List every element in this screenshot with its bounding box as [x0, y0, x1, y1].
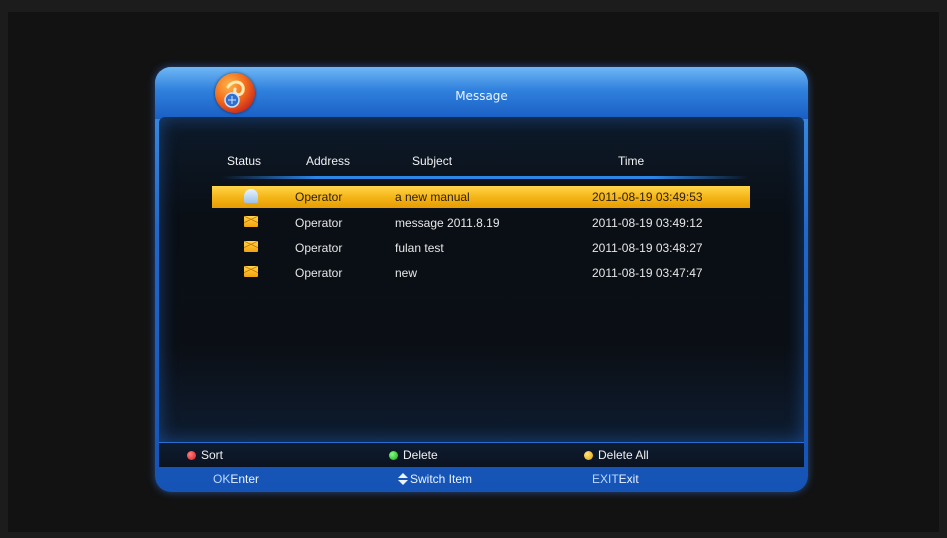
unread-message-icon [244, 241, 258, 252]
header-divider [222, 176, 748, 179]
title-bar: Message [155, 67, 808, 119]
read-message-icon [244, 189, 258, 203]
switch-item-hint[interactable]: Switch Item [398, 472, 472, 486]
message-address: Operator [295, 241, 343, 255]
sort-key[interactable]: Sort [187, 448, 223, 462]
footer-hints: OKEnter Switch Item EXITExit [155, 467, 808, 492]
message-time: 2011-08-19 03:49:53 [592, 190, 703, 204]
window-title: Message [455, 89, 508, 103]
column-header-status: Status [227, 154, 262, 168]
up-down-arrow-icon [398, 473, 408, 485]
green-dot-icon [389, 451, 398, 460]
color-key-bar: Sort Delete Delete All [159, 442, 804, 467]
message-subject: message 2011.8.19 [395, 216, 500, 230]
message-subject: fulan test [395, 241, 444, 255]
delete-key[interactable]: Delete [389, 448, 438, 462]
unread-message-icon [244, 266, 258, 277]
message-address: Operator [295, 216, 343, 230]
yellow-dot-icon [584, 451, 593, 460]
column-header-time: Time [618, 154, 645, 168]
message-time: 2011-08-19 03:49:12 [592, 216, 703, 230]
message-address: Operator [295, 190, 343, 204]
message-row[interactable]: Operator new 2011-08-19 03:47:47 [212, 262, 750, 284]
red-dot-icon [187, 451, 196, 460]
message-row[interactable]: Operator a new manual 2011-08-19 03:49:5… [212, 186, 750, 208]
unread-message-icon [244, 216, 258, 227]
message-row[interactable]: Operator fulan test 2011-08-19 03:48:27 [212, 237, 750, 259]
delete-all-key[interactable]: Delete All [584, 448, 649, 462]
ok-enter-hint[interactable]: OKEnter [213, 472, 259, 486]
message-time: 2011-08-19 03:47:47 [592, 266, 703, 280]
message-address: Operator [295, 266, 343, 280]
column-header-address: Address [306, 154, 351, 168]
message-subject: a new manual [395, 190, 470, 204]
message-row[interactable]: Operator message 2011.8.19 2011-08-19 03… [212, 212, 750, 234]
column-header-subject: Subject [412, 154, 453, 168]
message-time: 2011-08-19 03:48:27 [592, 241, 703, 255]
message-subject: new [395, 266, 418, 280]
exit-hint[interactable]: EXITExit [592, 472, 639, 486]
